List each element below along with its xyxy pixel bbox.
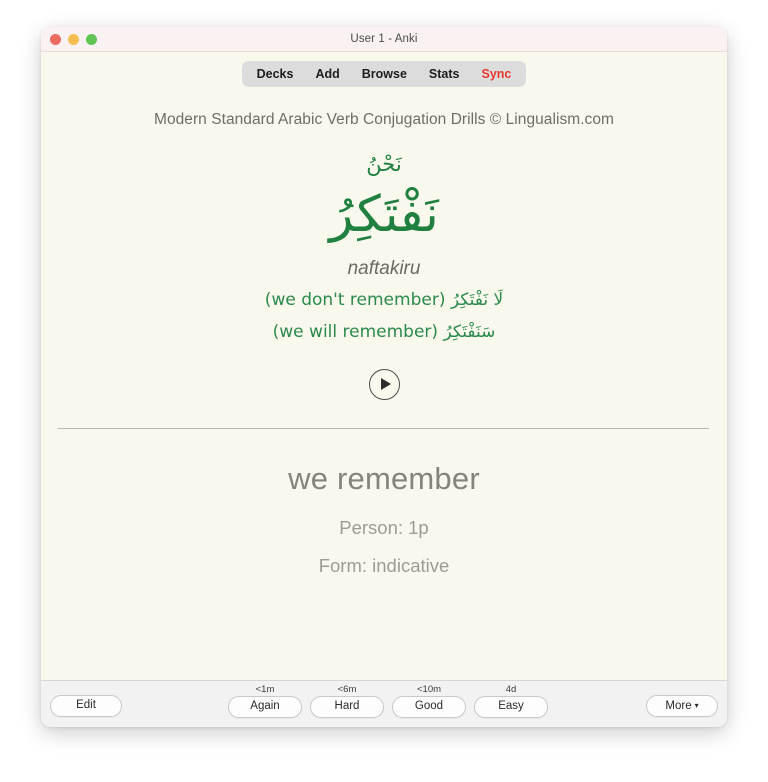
close-button[interactable] [50, 33, 61, 45]
ease-column-hard: <6m Hard [310, 681, 384, 727]
zoom-button[interactable] [86, 33, 97, 45]
answer-text: we remember [288, 460, 480, 496]
interval-good: <10m [416, 684, 442, 695]
interval-again: <1m [255, 684, 275, 695]
anki-window: User 1 - Anki Decks Add Browse Stats Syn… [41, 27, 727, 727]
verb-arabic: نَفْتَكِرُ [329, 185, 439, 244]
toolbar-item-add[interactable]: Add [304, 64, 350, 84]
play-triangle [380, 378, 391, 391]
pronoun-text: نَحْنُ [366, 152, 402, 176]
more-label: More [665, 700, 692, 712]
ease-button-group: <1m Again <6m Hard <10m Good 4d Easy [228, 681, 548, 727]
chevron-down-icon: ▾ [694, 701, 699, 710]
title-bar: User 1 - Anki [41, 27, 727, 52]
toolbar-container: Decks Add Browse Stats Sync [41, 52, 727, 87]
person-label: Person: 1p [339, 516, 429, 538]
future-form: سَنَفْتَكِرُ (we will remember) [272, 321, 496, 342]
toolbar-item-sync[interactable]: Sync [471, 64, 523, 84]
traffic-lights [50, 27, 97, 51]
negative-form: لَا نَفْتَكِرُ (we don't remember) [264, 289, 504, 310]
form-label: Form: indicative [318, 554, 450, 576]
audio-row [41, 368, 727, 400]
toolbar-item-browse[interactable]: Browse [351, 64, 418, 84]
main-toolbar: Decks Add Browse Stats Sync [241, 61, 527, 87]
interval-easy: 4d [505, 684, 517, 695]
more-button[interactable]: More ▾ [646, 695, 718, 717]
easy-button[interactable]: Easy [474, 696, 548, 718]
transliteration: naftakiru [347, 257, 421, 279]
window-title: User 1 - Anki [350, 33, 418, 45]
answer-bar: Edit <1m Again <6m Hard <10m Good 4d Eas… [41, 680, 727, 727]
card-area: Modern Standard Arabic Verb Conjugation … [41, 87, 727, 680]
minimize-button[interactable] [68, 33, 79, 45]
play-icon[interactable] [368, 368, 400, 400]
good-button[interactable]: Good [392, 696, 466, 718]
answer-divider [58, 427, 709, 429]
again-button[interactable]: Again [228, 696, 302, 718]
hard-button[interactable]: Hard [310, 696, 384, 718]
deck-header: Modern Standard Arabic Verb Conjugation … [154, 111, 614, 128]
edit-button[interactable]: Edit [50, 695, 122, 717]
ease-column-easy: 4d Easy [474, 681, 548, 727]
toolbar-item-decks[interactable]: Decks [246, 64, 305, 84]
ease-column-good: <10m Good [392, 681, 466, 727]
ease-column-again: <1m Again [228, 681, 302, 727]
toolbar-item-stats[interactable]: Stats [418, 64, 471, 84]
interval-hard: <6m [337, 684, 357, 695]
